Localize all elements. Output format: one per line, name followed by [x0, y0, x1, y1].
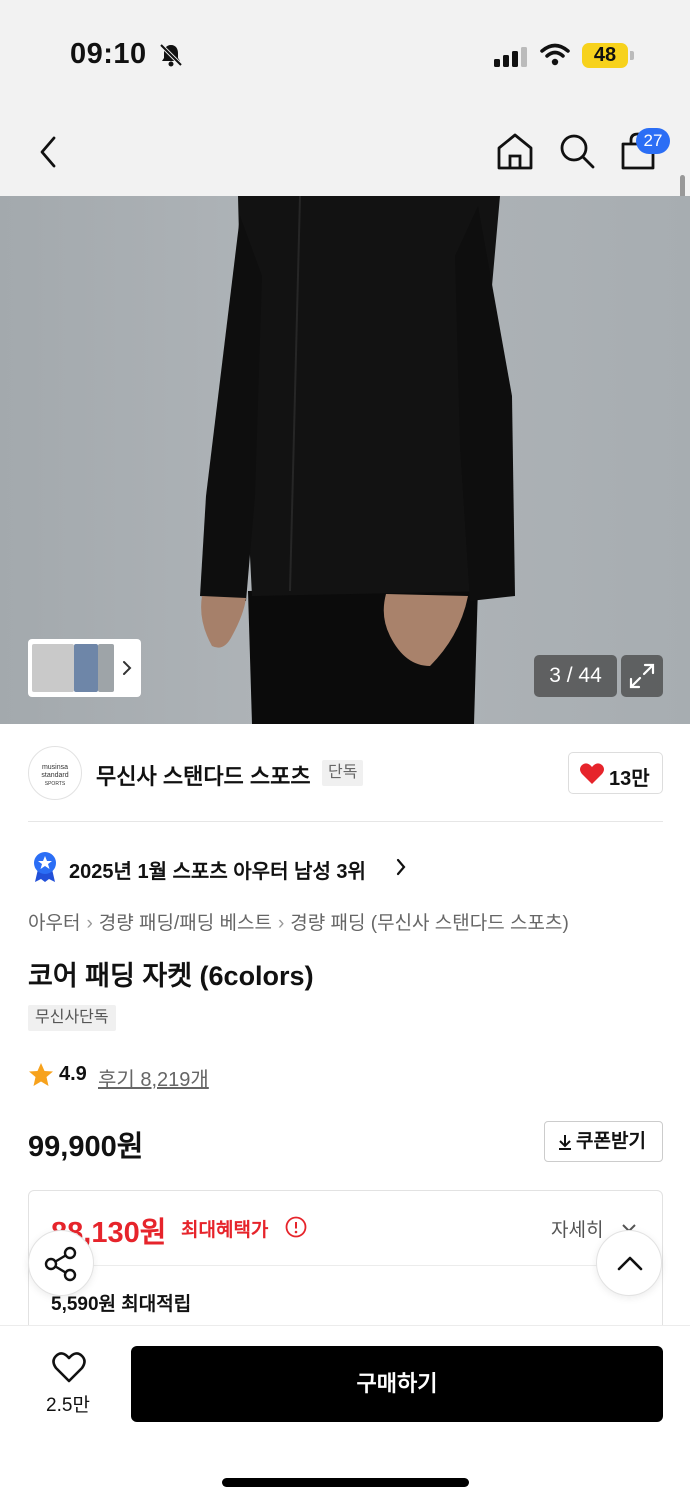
- signal-icon: [494, 47, 527, 67]
- ranking-link[interactable]: 2025년 1월 스포츠 아우터 남성 3위: [69, 855, 366, 884]
- expand-button[interactable]: [621, 655, 663, 697]
- chevron-right-icon: [396, 858, 406, 876]
- breadcrumb: 아우터 › 경량 패딩/패딩 베스트 › 경량 패딩 (무신사 스탠다드 스포츠): [28, 908, 569, 935]
- download-icon: [559, 1135, 571, 1150]
- brand-like-count: 13만: [609, 768, 650, 790]
- breadcrumb-item[interactable]: 경량 패딩/패딩 베스트: [99, 913, 272, 934]
- ranking-badge-icon: [34, 852, 56, 882]
- wifi-icon: [540, 43, 570, 66]
- image-page-counter: 3 / 44: [534, 655, 617, 697]
- brand-logo-line1: musinsa: [41, 764, 69, 771]
- divider: [28, 821, 663, 822]
- thumbnail-model[interactable]: [98, 644, 114, 692]
- brand-logo-line3: SPORTS: [44, 781, 66, 787]
- thumbnail-gray-jacket[interactable]: [32, 644, 74, 692]
- thumbnail-blue-jacket[interactable]: [74, 644, 98, 692]
- status-time: 09:10: [70, 38, 147, 70]
- coupon-label: 쿠폰받기: [576, 1131, 646, 1152]
- brand-exclusive-tag: 단독: [322, 760, 364, 786]
- status-bar: 09:10 48: [0, 0, 690, 110]
- star-icon: [29, 1063, 53, 1086]
- info-icon[interactable]: [285, 1216, 307, 1238]
- heart-filled-icon: [580, 763, 604, 784]
- rating-value: 4.9: [59, 1063, 87, 1085]
- search-icon[interactable]: [556, 130, 598, 172]
- breadcrumb-separator: ›: [86, 913, 93, 934]
- chevron-up-icon: [617, 1256, 643, 1271]
- scroll-top-button[interactable]: [596, 1230, 662, 1296]
- benefit-divider: [51, 1265, 641, 1266]
- nav-bar: [0, 110, 690, 196]
- brand-logo-line2: standard: [41, 772, 69, 779]
- reviews-link[interactable]: 후기 8,219개: [98, 1063, 209, 1092]
- breadcrumb-item[interactable]: 경량 패딩 (무신사 스탠다드 스포츠): [290, 913, 569, 934]
- brand-like-button[interactable]: 13만: [568, 752, 663, 794]
- back-icon[interactable]: [34, 134, 62, 170]
- thumbnail-strip[interactable]: [28, 639, 141, 697]
- product-price: 99,900원: [28, 1131, 144, 1163]
- brand-name[interactable]: 무신사 스탠다드 스포츠: [96, 759, 311, 791]
- brand-logo[interactable]: musinsa standard SPORTS: [28, 746, 82, 800]
- bell-slash-icon: [159, 43, 183, 67]
- battery-indicator: 48: [582, 43, 628, 68]
- cart-count-badge: 27: [636, 128, 670, 154]
- wish-count: 2.5만: [46, 1395, 90, 1416]
- heart-outline-icon[interactable]: [51, 1350, 87, 1384]
- product-image[interactable]: 3 / 44: [0, 196, 690, 724]
- exclusive-tag: 무신사단독: [28, 1005, 116, 1031]
- home-indicator: [222, 1478, 469, 1487]
- coupon-button[interactable]: 쿠폰받기: [544, 1121, 663, 1162]
- home-icon[interactable]: [494, 130, 536, 172]
- battery-tip: [630, 51, 634, 60]
- breadcrumb-item[interactable]: 아우터: [28, 913, 80, 934]
- share-icon: [44, 1246, 77, 1282]
- bottom-action-bar: 2.5만 구매하기: [0, 1325, 690, 1500]
- max-benefit-label: 최대혜택가: [181, 1220, 269, 1241]
- buy-button[interactable]: 구매하기: [131, 1346, 663, 1422]
- share-button[interactable]: [28, 1230, 94, 1296]
- expand-icon: [629, 663, 655, 689]
- product-title: 코어 패딩 자켓 (6colors): [28, 961, 314, 991]
- chevron-right-icon[interactable]: [120, 654, 134, 682]
- breadcrumb-separator: ›: [277, 913, 285, 934]
- details-link[interactable]: 자세히: [551, 1215, 603, 1242]
